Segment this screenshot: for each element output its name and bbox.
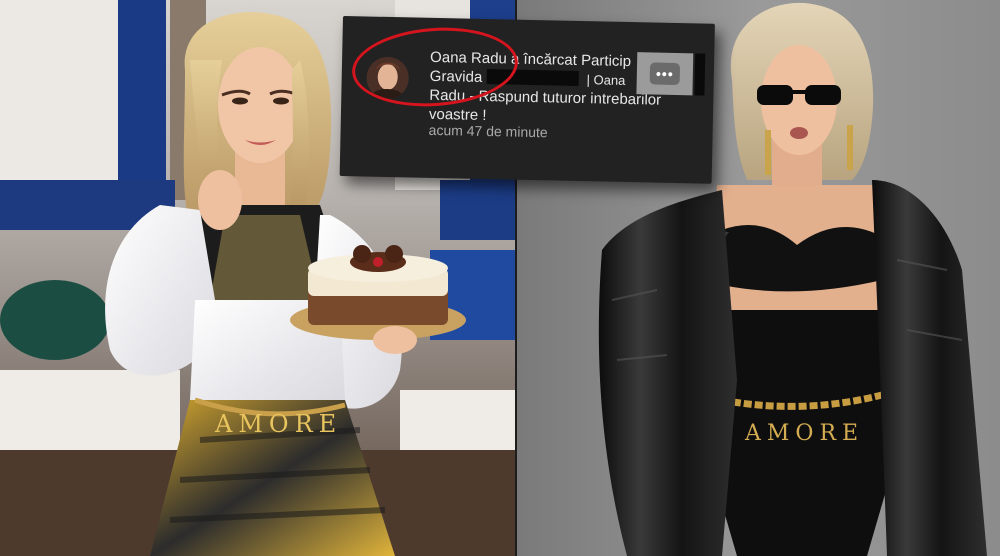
redaction-bar-right <box>694 53 706 96</box>
notification-line-2-tail: | Oana <box>586 72 626 88</box>
belt-letters-right: AMORE <box>744 421 864 446</box>
more-options-icon[interactable]: ••• <box>649 62 681 86</box>
video-thumbnail[interactable]: ••• <box>636 52 694 96</box>
belt-letters-left: AMORE <box>214 410 342 438</box>
notification-time: acum 47 de minute <box>428 121 548 141</box>
